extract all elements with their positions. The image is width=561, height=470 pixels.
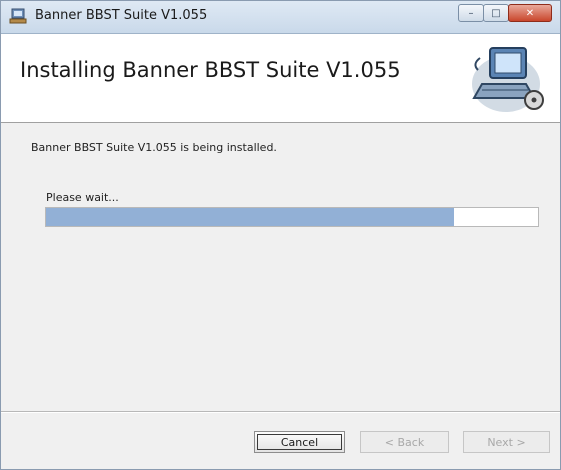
- install-status-text: Banner BBST Suite V1.055 is being instal…: [31, 141, 277, 154]
- computer-setup-icon: [472, 47, 544, 112]
- maximize-button[interactable]: □: [483, 4, 509, 22]
- installer-window: Banner BBST Suite V1.055 – □ ✕ Installin…: [0, 0, 561, 470]
- page-title: Installing Banner BBST Suite V1.055: [20, 58, 401, 82]
- next-button[interactable]: Next >: [463, 431, 550, 453]
- please-wait-label: Please wait...: [46, 191, 119, 204]
- header-banner: Installing Banner BBST Suite V1.055: [1, 34, 560, 123]
- close-button[interactable]: ✕: [508, 4, 552, 22]
- installer-app-icon: [9, 8, 27, 24]
- window-controls: – □ ✕: [458, 4, 552, 24]
- title-bar[interactable]: Banner BBST Suite V1.055 – □ ✕: [1, 1, 560, 34]
- back-button[interactable]: < Back: [360, 431, 449, 453]
- progress-bar-fill: [46, 208, 455, 226]
- footer-divider: [1, 411, 560, 413]
- progress-bar: [45, 207, 539, 227]
- window-title: Banner BBST Suite V1.055: [35, 8, 208, 23]
- minimize-button[interactable]: –: [458, 4, 484, 22]
- cancel-button[interactable]: Cancel: [254, 431, 345, 453]
